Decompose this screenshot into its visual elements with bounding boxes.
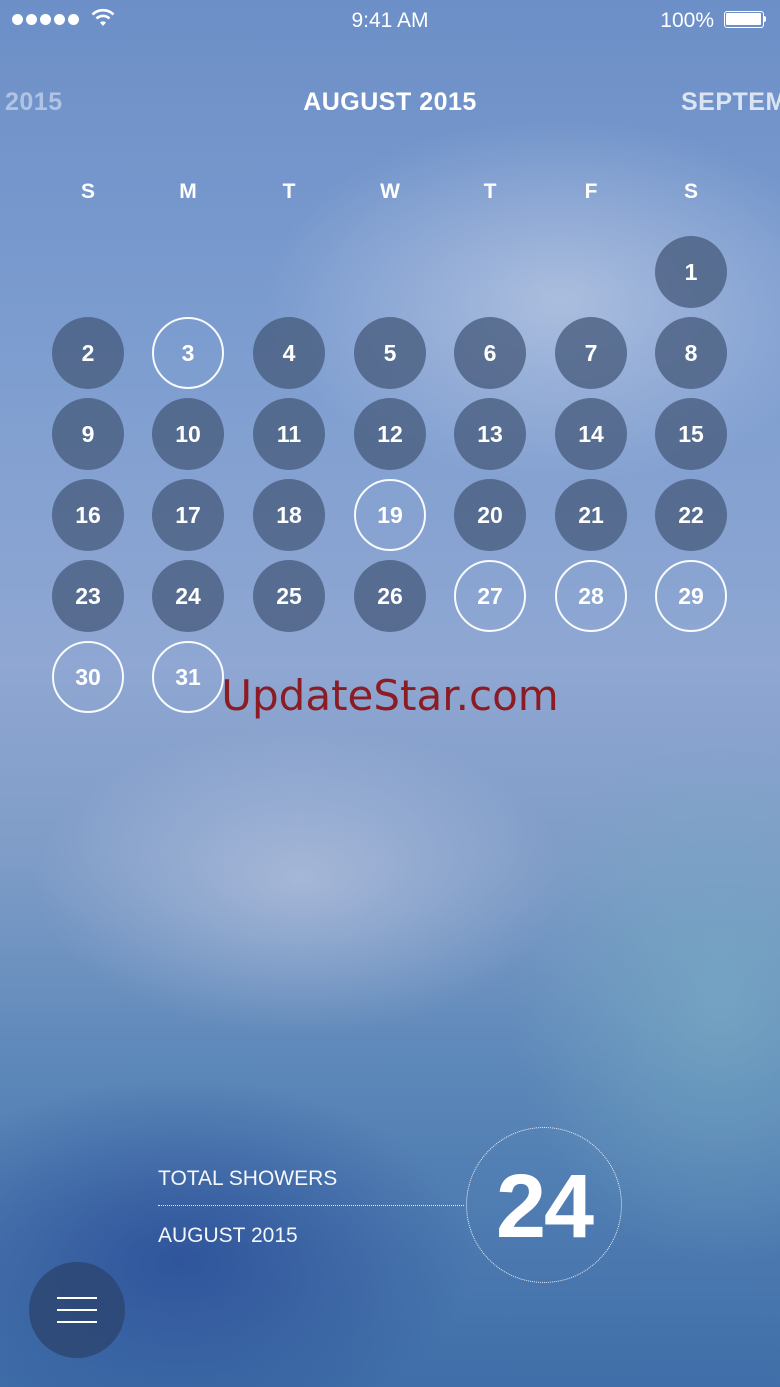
calendar-day[interactable]: 2	[52, 317, 124, 389]
watermark-text: UpdateStar.com	[221, 671, 559, 720]
calendar-day[interactable]: 3	[152, 317, 224, 389]
calendar-day[interactable]: 22	[655, 479, 727, 551]
calendar-day[interactable]: 15	[655, 398, 727, 470]
stats-divider	[158, 1205, 464, 1206]
total-showers-value: 24	[495, 1156, 594, 1257]
calendar-day[interactable]: 28	[555, 560, 627, 632]
calendar-day[interactable]: 13	[454, 398, 526, 470]
calendar-day[interactable]: 12	[354, 398, 426, 470]
calendar-day[interactable]: 18	[253, 479, 325, 551]
calendar-day[interactable]: 8	[655, 317, 727, 389]
calendar-day[interactable]: 23	[52, 560, 124, 632]
stats-period-label: AUGUST 2015	[158, 1224, 298, 1247]
calendar-day[interactable]: 11	[253, 398, 325, 470]
calendar-day[interactable]: 27	[454, 560, 526, 632]
calendar-day[interactable]: 29	[655, 560, 727, 632]
total-showers-circle: 24	[466, 1127, 622, 1283]
calendar-day[interactable]: 5	[354, 317, 426, 389]
calendar-day[interactable]: 20	[454, 479, 526, 551]
calendar-day[interactable]: 14	[555, 398, 627, 470]
calendar-day[interactable]: 21	[555, 479, 627, 551]
calendar-day[interactable]: 9	[52, 398, 124, 470]
calendar-day[interactable]: 7	[555, 317, 627, 389]
calendar-day[interactable]: 25	[253, 560, 325, 632]
calendar-day[interactable]: 10	[152, 398, 224, 470]
menu-button[interactable]	[29, 1262, 125, 1358]
calendar-day[interactable]: 6	[454, 317, 526, 389]
calendar-day[interactable]: 4	[253, 317, 325, 389]
calendar-day[interactable]: 24	[152, 560, 224, 632]
hamburger-menu-icon	[57, 1297, 97, 1323]
calendar-day[interactable]: 19	[354, 479, 426, 551]
calendar-day[interactable]: 16	[52, 479, 124, 551]
calendar-day[interactable]: 26	[354, 560, 426, 632]
calendar-grid: 1 2 3 4 5 6 7 8 9 10 11 12 13 14 15 16 17 18 19 20 21 22 23 24 2…	[0, 0, 780, 760]
calendar-day[interactable]: 17	[152, 479, 224, 551]
total-showers-label: TOTAL SHOWERS	[158, 1167, 338, 1190]
calendar-day[interactable]: 1	[655, 236, 727, 308]
